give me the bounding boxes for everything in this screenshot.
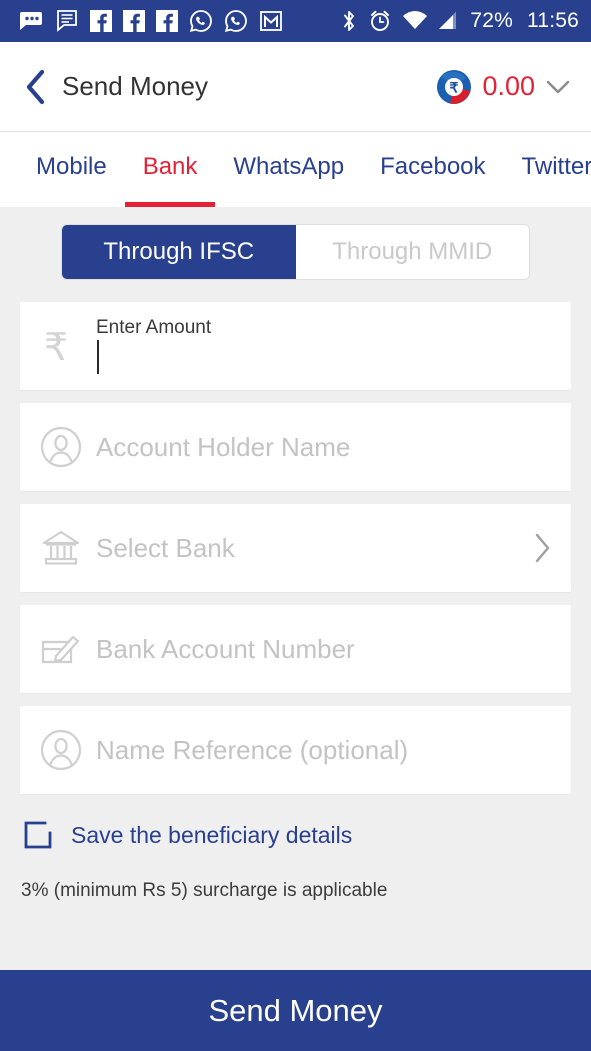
channel-tabbar[interactable]: Mobile Bank WhatsApp Facebook Twitter <box>0 132 591 207</box>
send-money-button[interactable]: Send Money <box>0 970 591 1051</box>
tab-facebook[interactable]: Facebook <box>362 132 503 207</box>
wallet-balance-button[interactable]: ₹ 0.00 <box>436 69 571 105</box>
account-holder-name-body: Account Holder Name <box>96 432 553 463</box>
tab-underline <box>124 202 216 207</box>
rupee-icon: ₹ <box>40 324 96 368</box>
bank-building-icon <box>40 527 96 569</box>
signal-icon <box>439 12 457 29</box>
gmail-icon <box>260 11 282 31</box>
checkbox-unchecked-icon[interactable] <box>23 820 53 850</box>
select-bank-placeholder: Select Bank <box>96 532 235 563</box>
facebook-icon <box>156 10 178 32</box>
tab-label: Facebook <box>380 153 486 180</box>
tab-twitter[interactable]: Twitter <box>504 132 591 207</box>
save-beneficiary-label: Save the beneficiary details <box>71 821 353 848</box>
notes-icon <box>57 10 77 32</box>
send-money-button-label: Send Money <box>208 992 383 1028</box>
bluetooth-icon <box>344 11 355 31</box>
clock-time: 11:56 <box>527 9 579 32</box>
bank-account-number-body: Bank Account Number <box>96 634 553 665</box>
wallet-amount: 0.00 <box>482 71 535 101</box>
tab-whatsapp[interactable]: WhatsApp <box>215 132 362 207</box>
app-root: 72% 11:56 Send Money ₹ 0.00 Mobile Bank … <box>0 0 591 1051</box>
tab-label: WhatsApp <box>233 153 345 180</box>
amount-field[interactable]: ₹ Enter Amount <box>20 302 571 390</box>
svg-text:₹: ₹ <box>450 79 459 95</box>
name-reference-field[interactable]: Name Reference (optional) <box>20 706 571 794</box>
facebook-icon <box>90 10 112 32</box>
person-circle-icon <box>40 729 96 771</box>
select-bank-field[interactable]: Select Bank <box>20 504 571 592</box>
form-content: Through IFSC Through MMID ₹ Enter Amount <box>0 207 591 970</box>
battery-percentage: 72% <box>470 9 513 32</box>
tab-bank[interactable]: Bank <box>124 132 216 207</box>
transfer-mode-segmented-control[interactable]: Through IFSC Through MMID <box>61 224 530 280</box>
wifi-icon <box>403 11 428 29</box>
text-cursor <box>97 340 99 374</box>
facebook-icon <box>123 10 145 32</box>
status-bar-system-icons: 72% 11:56 <box>340 9 579 33</box>
messages-icon <box>20 12 42 30</box>
tab-mobile[interactable]: Mobile <box>18 132 125 207</box>
person-circle-icon <box>40 426 96 468</box>
account-holder-name-placeholder: Account Holder Name <box>96 431 351 462</box>
cheque-pen-icon <box>40 629 96 669</box>
bank-account-number-placeholder: Bank Account Number <box>96 633 355 664</box>
whatsapp-icon <box>189 10 212 33</box>
surcharge-note: 3% (minimum Rs 5) surcharge is applicabl… <box>21 880 388 901</box>
alarm-icon <box>371 10 390 31</box>
amount-field-body: Enter Amount <box>96 318 553 374</box>
wallet-rupee-icon: ₹ <box>437 69 472 104</box>
tab-label: Twitter <box>521 153 591 180</box>
status-bar-notification-icons <box>18 9 340 33</box>
select-bank-body: Select Bank <box>96 533 523 564</box>
amount-floating-label: Enter Amount <box>96 317 212 338</box>
name-reference-placeholder: Name Reference (optional) <box>96 734 409 765</box>
account-holder-name-field[interactable]: Account Holder Name <box>20 403 571 491</box>
back-button[interactable] <box>16 64 56 110</box>
segment-through-mmid[interactable]: Through MMID <box>295 225 529 279</box>
bank-account-number-field[interactable]: Bank Account Number <box>20 605 571 693</box>
back-chevron-icon <box>26 69 45 104</box>
chevron-down-icon <box>546 80 570 93</box>
name-reference-body: Name Reference (optional) <box>96 735 553 766</box>
tab-label: Mobile <box>36 153 107 180</box>
status-bar: 72% 11:56 <box>0 0 591 42</box>
tab-label: Bank <box>142 153 198 180</box>
segment-through-ifsc[interactable]: Through IFSC <box>62 225 296 279</box>
page-title: Send Money <box>62 71 208 101</box>
whatsapp-icon <box>224 10 247 33</box>
svg-text:₹: ₹ <box>44 327 68 368</box>
save-beneficiary-row[interactable]: Save the beneficiary details <box>20 820 571 850</box>
app-header: Send Money ₹ 0.00 <box>0 42 591 132</box>
chevron-right-icon[interactable] <box>523 531 553 565</box>
